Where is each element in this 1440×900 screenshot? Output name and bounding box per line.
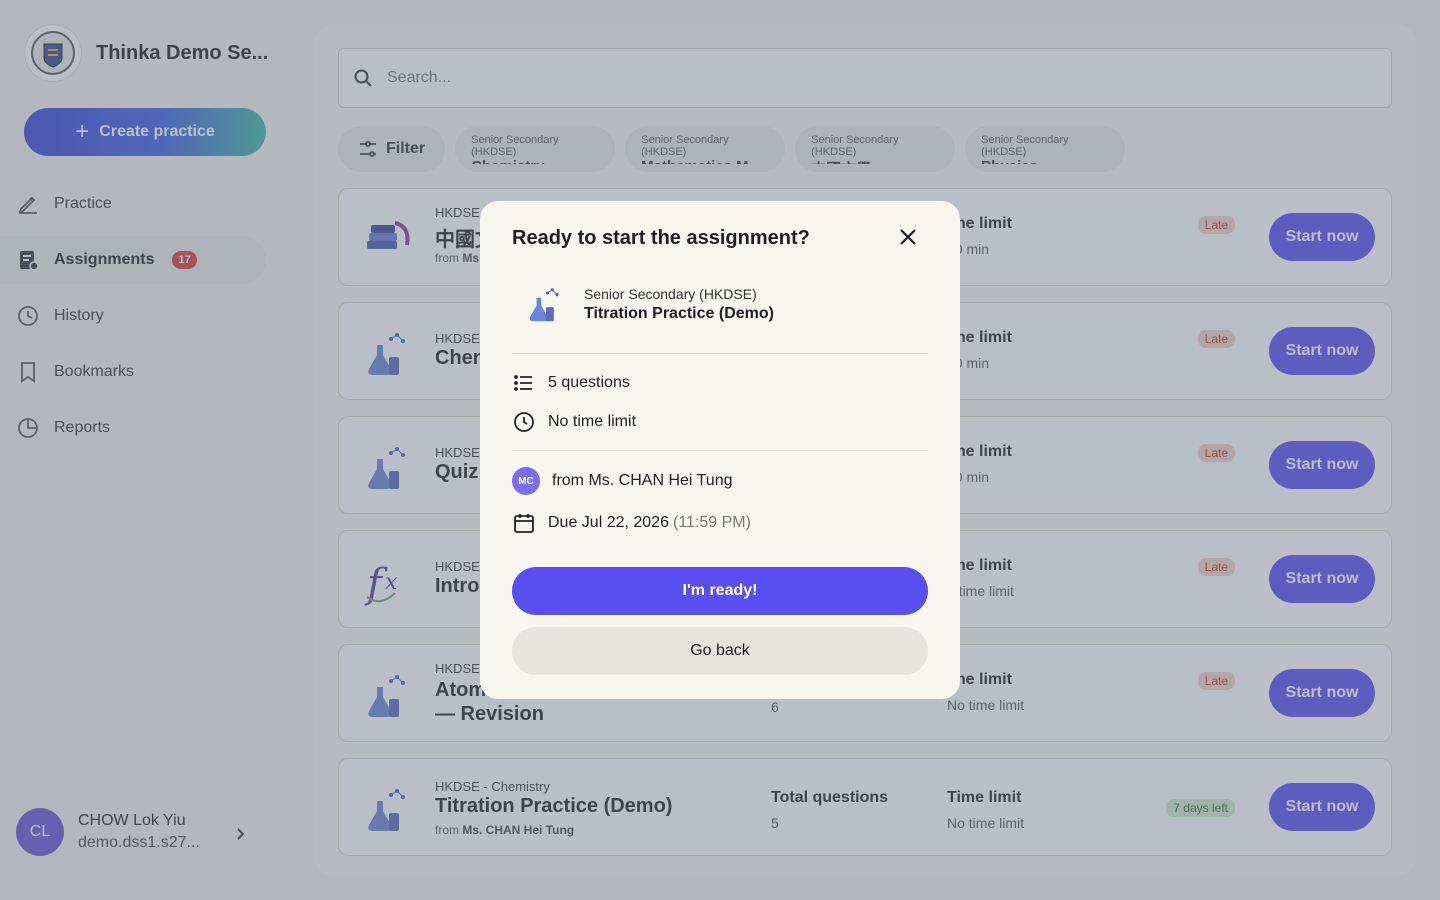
- assignment-level: Senior Secondary (HKDSE): [584, 285, 757, 302]
- divider: [512, 450, 928, 451]
- due-time: (11:59 PM): [672, 514, 751, 531]
- start-assignment-dialog: Ready to start the assignment? Senior Se…: [480, 201, 960, 699]
- assignment-name: Titration Practice (Demo): [584, 304, 774, 322]
- calendar-icon: [514, 514, 534, 533]
- list-icon: [514, 375, 532, 391]
- questions-count: 5 questions: [548, 374, 630, 391]
- divider: [512, 353, 928, 354]
- time-limit-text: No time limit: [548, 413, 637, 430]
- teacher-row: MC from Ms. CHAN Hei Tung: [512, 467, 732, 495]
- due-date: Due Jul 22, 2026: [548, 514, 669, 531]
- teacher-avatar: MC: [512, 467, 540, 495]
- time-limit-row: No time limit: [512, 410, 636, 434]
- assignment-summary: Senior Secondary (HKDSE) Titration Pract…: [524, 279, 774, 329]
- clock-icon: [514, 412, 534, 432]
- im-ready-button[interactable]: I'm ready!: [512, 567, 928, 615]
- dialog-title: Ready to start the assignment?: [512, 227, 810, 249]
- go-back-button[interactable]: Go back: [512, 627, 928, 675]
- teacher-name: from Ms. CHAN Hei Tung: [552, 472, 733, 489]
- chemistry-flask-icon: [529, 288, 559, 322]
- questions-row: 5 questions: [512, 371, 630, 395]
- due-date-row: Due Jul 22, 2026 (11:59 PM): [512, 511, 751, 535]
- close-icon[interactable]: [896, 225, 920, 249]
